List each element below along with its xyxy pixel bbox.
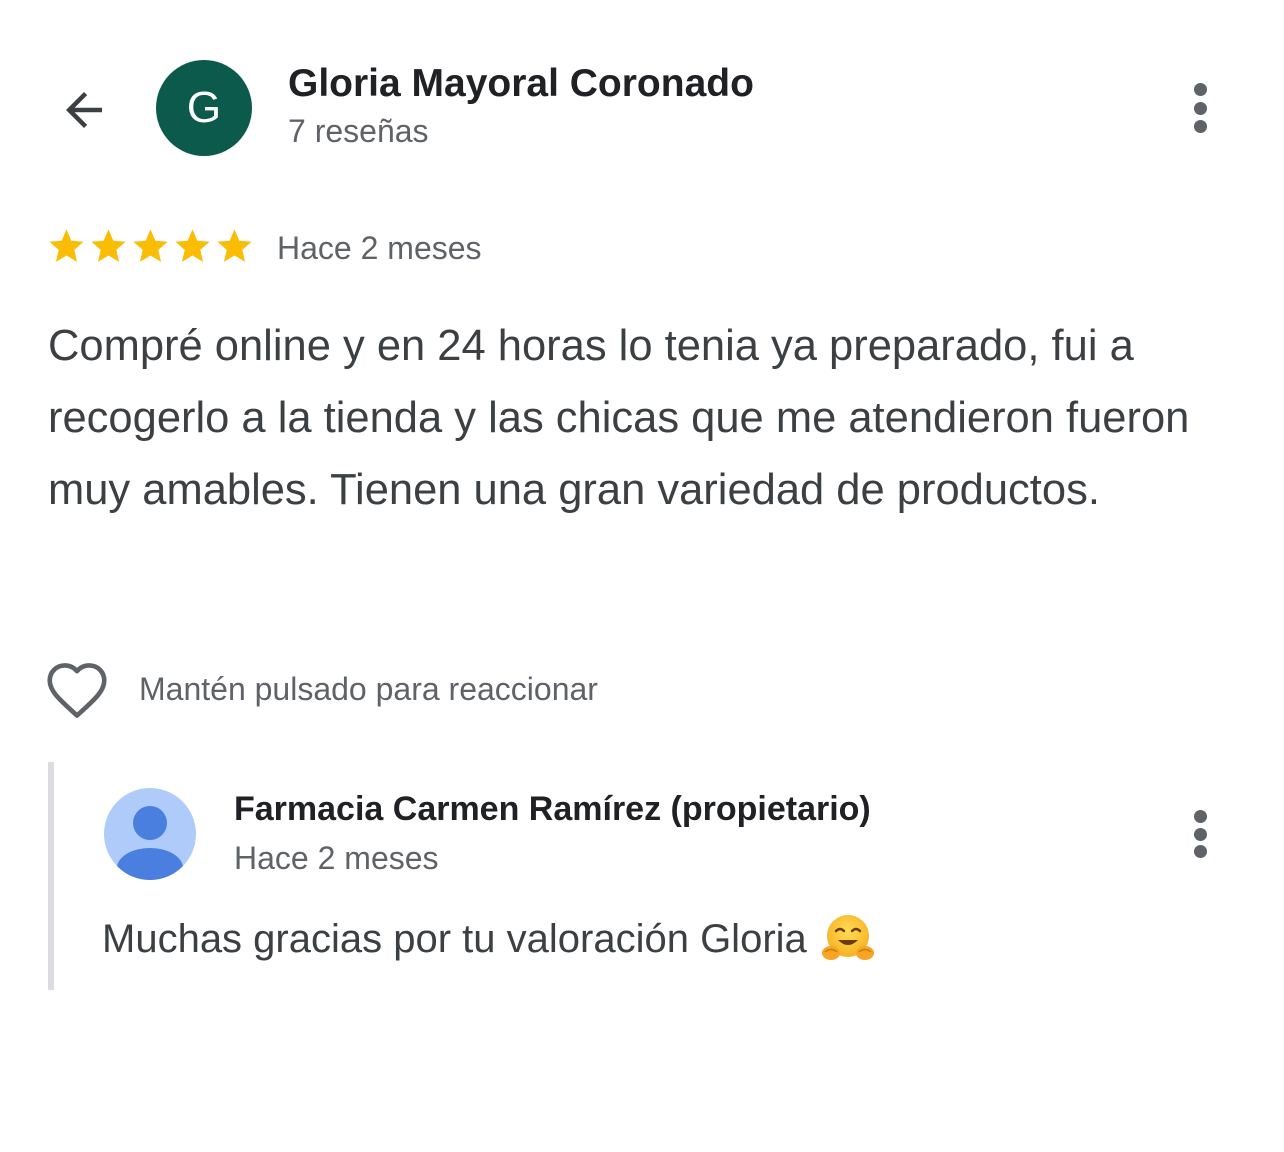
star-rating — [46, 226, 255, 267]
arrow-left-icon — [66, 92, 102, 128]
star-icon — [217, 229, 252, 262]
star-icon — [91, 229, 126, 262]
owner-avatar — [104, 788, 196, 880]
owner-reply-message: Muchas gracias por tu valoración Gloria — [102, 916, 807, 961]
hugging-face-emoji — [821, 915, 874, 960]
reviewer-name[interactable]: Gloria Mayoral Coronado — [288, 62, 754, 106]
reviewer-avatar[interactable]: G — [156, 60, 252, 156]
reviewer-review-count[interactable]: 7 reseñas — [288, 113, 429, 150]
back-button[interactable] — [50, 76, 118, 144]
review-text: Compré online y en 24 horas lo tenia ya … — [48, 322, 1190, 514]
default-person-avatar-icon — [117, 806, 183, 880]
review-date: Hace 2 meses — [277, 230, 482, 266]
owner-name: Farmacia Carmen Ramírez (propietario) — [234, 790, 871, 828]
avatar-letter: G — [186, 83, 222, 132]
react-button[interactable] — [44, 660, 112, 722]
more-vertical-icon — [1193, 83, 1207, 133]
review-menu-button[interactable] — [1180, 83, 1220, 133]
owner-reply-text: Muchas gracias por tu valoración Gloria — [102, 912, 875, 966]
owner-reply-date: Hace 2 meses — [234, 840, 439, 876]
star-icon — [175, 229, 210, 262]
star-icon — [49, 229, 84, 262]
reaction-hint: Mantén pulsado para reaccionar — [139, 671, 598, 707]
star-icon — [133, 229, 168, 262]
reply-divider — [48, 762, 54, 990]
heart-outline-icon — [47, 663, 107, 718]
reply-menu-button[interactable] — [1180, 810, 1220, 858]
more-vertical-icon — [1193, 810, 1207, 858]
